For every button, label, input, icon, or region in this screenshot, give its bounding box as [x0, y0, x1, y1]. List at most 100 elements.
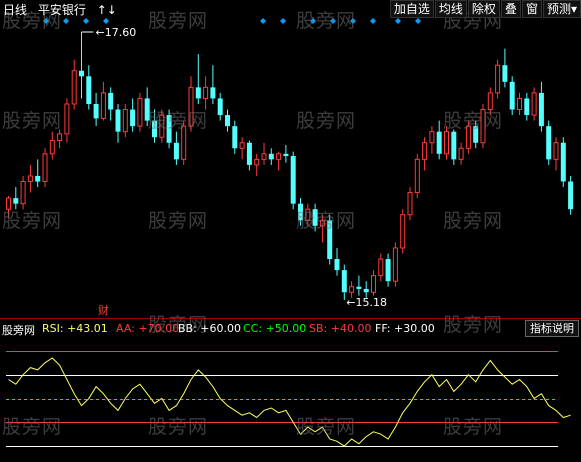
candle-body: [232, 126, 238, 149]
event-diamond-icon: [310, 18, 316, 24]
candle-body: [71, 70, 77, 105]
indicator-help-button[interactable]: 指标说明: [525, 320, 579, 337]
candle-body: [495, 64, 501, 94]
candle-body: [524, 98, 530, 116]
candle-body: [356, 286, 362, 289]
candle-body: [6, 197, 11, 210]
candle-body: [108, 92, 114, 110]
event-diamond-icon: [370, 18, 376, 24]
candle-body: [93, 103, 99, 119]
candle-body: [79, 70, 84, 77]
cc-value: CC: +50.00: [243, 322, 307, 335]
event-diamond-icon: [415, 18, 421, 24]
candle-body: [181, 125, 187, 160]
candle-body: [195, 87, 201, 99]
candle-body: [261, 153, 267, 160]
stock-chart-window: ←17.60 ←15.18 财 股旁网 股旁网 股旁网 股旁网 股旁网 股旁网 股旁…: [0, 0, 581, 462]
candle-body: [327, 220, 333, 260]
add-watchlist-button[interactable]: 加自选: [389, 0, 434, 18]
candle-body: [502, 65, 508, 82]
candle-body: [378, 258, 384, 277]
candle-body: [144, 98, 150, 121]
event-diamond-icon: [43, 18, 49, 24]
candle-body: [407, 192, 413, 216]
candle-body: [20, 181, 26, 205]
candle-body: [371, 275, 376, 293]
candle-body: [115, 109, 121, 132]
candle-body: [319, 219, 325, 227]
candle-body: [254, 158, 260, 166]
indicator-legend: 股旁网 RSI: +43.01 AA: +70.00 BB: +60.00 CC…: [0, 320, 581, 337]
candle-body: [349, 286, 355, 293]
candle-body: [517, 97, 522, 111]
candle-body: [451, 131, 457, 160]
candle-body: [436, 131, 442, 154]
candle-body: [86, 76, 92, 104]
sb-value: SB: +40.00: [309, 322, 372, 335]
indicator-name[interactable]: 股旁网: [2, 322, 35, 338]
toolbar-menu: 加自选 均线 除权 叠 窗 预测▾: [389, 0, 581, 18]
ex-rights-button[interactable]: 除权: [467, 0, 500, 18]
event-diamond-icon: [260, 18, 266, 24]
candle-body: [225, 115, 230, 127]
aa-value: AA: +70.00: [116, 322, 180, 335]
arrows-icon[interactable]: ↑↓: [97, 3, 117, 17]
candle-body: [122, 109, 128, 133]
candle-body: [64, 103, 70, 135]
candle-body: [414, 158, 420, 194]
candle-body: [100, 92, 106, 119]
stock-name[interactable]: 平安银行: [38, 3, 86, 17]
candle-body: [210, 87, 216, 99]
candle-body: [444, 131, 449, 155]
chart-canvas: ←17.60 ←15.18 财: [0, 18, 581, 447]
candle-body: [159, 114, 165, 138]
candle-body: [35, 175, 41, 182]
candle-body: [385, 259, 391, 282]
candle-body: [560, 142, 566, 182]
window-button[interactable]: 窗: [521, 0, 542, 18]
event-diamond-icon: [395, 18, 401, 24]
chart-title: 日线 平安银行 ↑↓: [3, 1, 124, 18]
candle-body: [203, 86, 209, 99]
candle-body: [568, 181, 574, 210]
candle-body: [137, 97, 143, 127]
candle-body: [283, 153, 289, 157]
candle-body: [400, 214, 406, 249]
candle-body: [276, 153, 282, 160]
candle-body: [166, 115, 172, 143]
candle-body: [473, 126, 479, 143]
candle-body: [538, 92, 544, 127]
event-diamond-icon: [330, 18, 336, 24]
candle-body: [217, 98, 223, 116]
period-label[interactable]: 日线: [3, 3, 27, 17]
candle-body: [312, 209, 318, 226]
candle-body: [27, 175, 33, 183]
overlay-button[interactable]: 叠: [500, 0, 521, 18]
candle-body: [553, 142, 559, 160]
candle-body: [465, 125, 471, 149]
candle-body: [246, 142, 252, 165]
moving-average-button[interactable]: 均线: [434, 0, 467, 18]
candle-body: [239, 142, 245, 149]
candle-body: [188, 86, 194, 127]
rsi-series-line: [8, 357, 571, 447]
candle-body: [268, 153, 274, 160]
candle-body: [509, 81, 515, 110]
high-price-label: ←17.60: [96, 26, 137, 39]
candle-body: [546, 126, 552, 160]
event-diamond-icon: [350, 18, 356, 24]
finance-event-marker: 财: [98, 303, 109, 317]
forecast-label: 预测: [546, 2, 571, 16]
low-price-label: ←15.18: [346, 296, 387, 309]
candle-body: [42, 153, 48, 183]
candle-body: [13, 198, 19, 204]
candle-body: [422, 142, 428, 160]
forecast-button[interactable]: 预测▾: [542, 0, 581, 18]
candle-body: [290, 156, 296, 204]
bb-value: BB: +60.00: [178, 322, 242, 335]
candle-body: [305, 208, 311, 221]
candle-body: [480, 109, 486, 144]
candle-body: [49, 140, 55, 155]
candle-body: [458, 147, 464, 160]
candle-body: [341, 270, 347, 293]
